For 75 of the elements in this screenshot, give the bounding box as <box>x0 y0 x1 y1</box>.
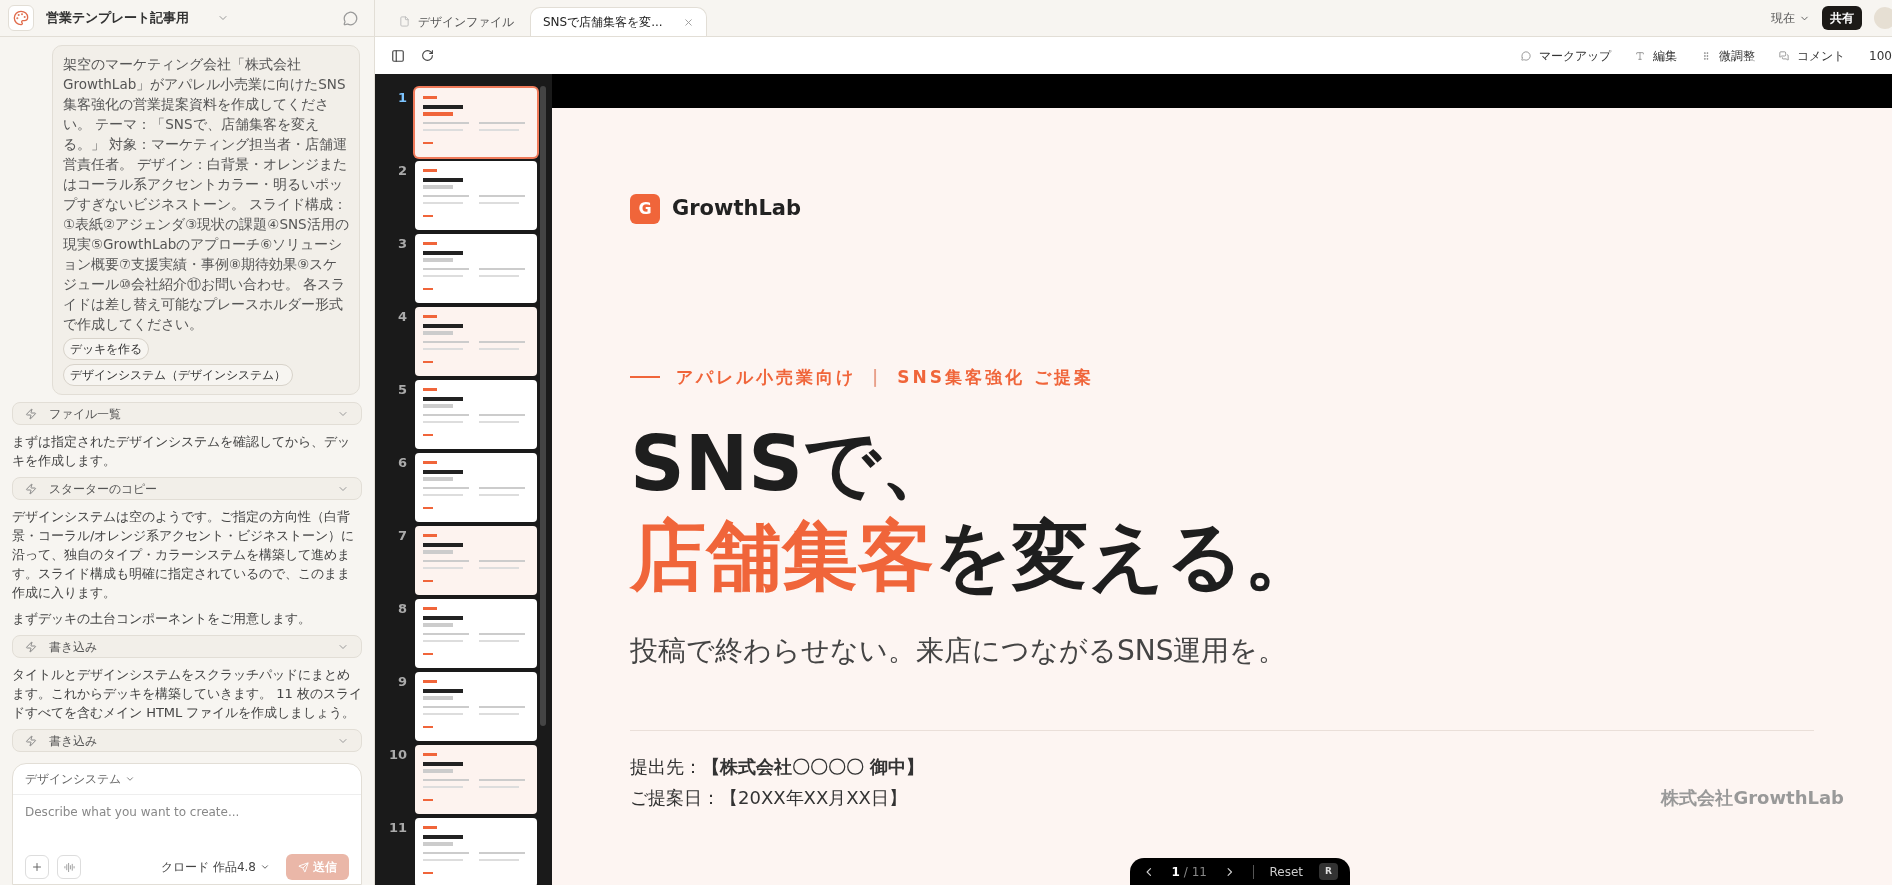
share-button[interactable]: 共有 <box>1822 6 1862 30</box>
slide-number: 1 <box>396 89 407 107</box>
key-hint: R <box>1319 862 1338 881</box>
zoom-level[interactable]: 100 <box>1869 46 1892 65</box>
slide-number: 11 <box>387 819 407 837</box>
chevron-icon <box>260 862 270 872</box>
markup-icon <box>1521 50 1532 61</box>
prompt-chip[interactable]: デザインシステム（デザインシステム） <box>63 364 293 386</box>
kicker-rule <box>630 376 660 379</box>
kicker-text: SNS集客強化 ご提案 <box>897 365 1094 389</box>
page-indicator: 1 / 11 <box>1171 863 1207 881</box>
send-icon <box>298 861 309 873</box>
slide-tagline: 投稿で終わらせない。来店につながるSNS運用を。 <box>630 633 1288 669</box>
assistant-message: デザインシステムは空のようです。ご指定の方向性（白背景・コーラル/オレンジ系アクセント・ビジネストーン）に沿って、独自のタイプ・カラーシステムを構築して進めます。スライド構成も明確に指定されているので、このまま作成に入ります。 <box>12 508 356 602</box>
prompt-chip[interactable]: デッキを作る <box>63 338 149 360</box>
tool-call-row[interactable]: 書き込み <box>12 635 362 658</box>
slide-thumbnail[interactable] <box>415 818 537 885</box>
assistant-message: まずデッキの土台コンポーネントをご用意します。 <box>12 610 312 628</box>
prompt-text: 架空のマーケティング会社「株式会社GrowthLab」がアパレル小売業に向けたSNS集客強化の営業提案資料を作成してください。 テーマ：「SNSで、店舗集客を変える。」 対象：マーケティング担当者・店舗運営責任者。 デザイン：白背景・オレンジまたはコーラル系アクセントカラー・明るいポップすぎないビジネストーン。 スライド構成：①表紙②アジェンダ③現状の課題④SNS活用の現実⑤GrowthLabのアプローチ⑥ソリューション概要⑦支援実績・事例⑧期待効果⑨スケジュール⑩会社紹介⑪お問い合わせ。 各スライドは差し替え可能なプレースホルダー形式で作成してください。 <box>63 55 349 334</box>
palette-icon[interactable] <box>8 5 34 31</box>
project-title[interactable]: 営業テンプレート記事用 <box>46 8 189 28</box>
scrollbar[interactable] <box>540 86 546 726</box>
tool-call-row[interactable]: 書き込み <box>12 729 362 752</box>
slide-thumbnail[interactable] <box>415 453 537 522</box>
slide-number: 9 <box>396 673 407 691</box>
tool-call-row[interactable]: ファイル一覧 <box>12 402 362 425</box>
slide-number: 7 <box>396 527 407 545</box>
lightning-icon <box>25 640 37 653</box>
slide-number: 5 <box>396 381 407 399</box>
assistant-message: タイトルとデザインシステムをスクラッチパッドにまとめます。これからデッキを構築していきます。 11 枚のスライドすべてを含むメイン HTML ファイルを作成しましょう。 <box>12 666 362 722</box>
slide-thumbnail[interactable] <box>415 307 537 376</box>
assistant-message: まずは指定されたデザインシステムを確認してから、デッキを作成します。 <box>12 433 351 470</box>
slide-number: 6 <box>396 454 407 472</box>
proposal-date-line: ご提案日：【20XX年XX月XX日】 <box>630 786 908 810</box>
slide-thumbnail[interactable] <box>415 88 537 157</box>
chevron-icon <box>125 774 135 784</box>
lightning-icon <box>25 407 37 420</box>
slide-thumbnail[interactable] <box>415 161 537 230</box>
kicker-separator: | <box>872 365 882 389</box>
slide-thumbnail[interactable] <box>415 599 537 668</box>
slide-title: SNSで、 店舗集客を変える。 <box>630 418 1321 602</box>
toolbar-button[interactable]: 編集 <box>1635 46 1678 65</box>
waveform-icon <box>63 861 75 873</box>
slide-number: 2 <box>396 162 407 180</box>
slide-number: 8 <box>396 600 407 618</box>
file-tab[interactable]: SNSで店舗集客を変... <box>530 7 707 36</box>
slide-number: 3 <box>396 235 407 253</box>
tool-call-row[interactable]: スターターのコピー <box>12 477 362 500</box>
lightning-icon <box>25 482 37 495</box>
slide-thumbnail[interactable] <box>415 526 537 595</box>
slide-thumbnail[interactable] <box>415 380 537 449</box>
slide-number: 10 <box>387 746 407 764</box>
slide-thumbnail[interactable] <box>415 672 537 741</box>
sidebar-toggle-icon[interactable] <box>391 48 405 63</box>
version-selector[interactable]: 現在 <box>1771 9 1810 27</box>
reset-button[interactable]: Reset <box>1269 862 1304 881</box>
brand-logo: G <box>630 193 660 224</box>
comment-icon <box>1779 50 1790 61</box>
submit-to-line: 提出先：【株式会社〇〇〇〇 御中】 <box>630 755 925 779</box>
toolbar-button[interactable]: コメント <box>1779 46 1846 65</box>
lightning-icon <box>25 734 37 747</box>
file-icon <box>399 16 410 27</box>
slide-number: 4 <box>396 308 407 326</box>
close-icon[interactable] <box>682 16 694 28</box>
brand-name: GrowthLab <box>672 195 801 222</box>
toolbar-button[interactable]: マークアップ <box>1521 46 1612 65</box>
plus-icon <box>31 861 43 873</box>
company-name: 株式会社GrowthLab <box>1661 786 1844 810</box>
file-tab[interactable]: デザインファイル <box>387 7 526 36</box>
reload-icon[interactable] <box>421 49 434 62</box>
slide-thumbnail[interactable] <box>415 234 537 303</box>
slide-thumbnail[interactable] <box>415 745 537 814</box>
kicker-text: アパレル小売業向け <box>676 365 856 389</box>
edit-icon <box>1635 50 1646 61</box>
toolbar-button[interactable]: 微調整 <box>1701 46 1756 65</box>
